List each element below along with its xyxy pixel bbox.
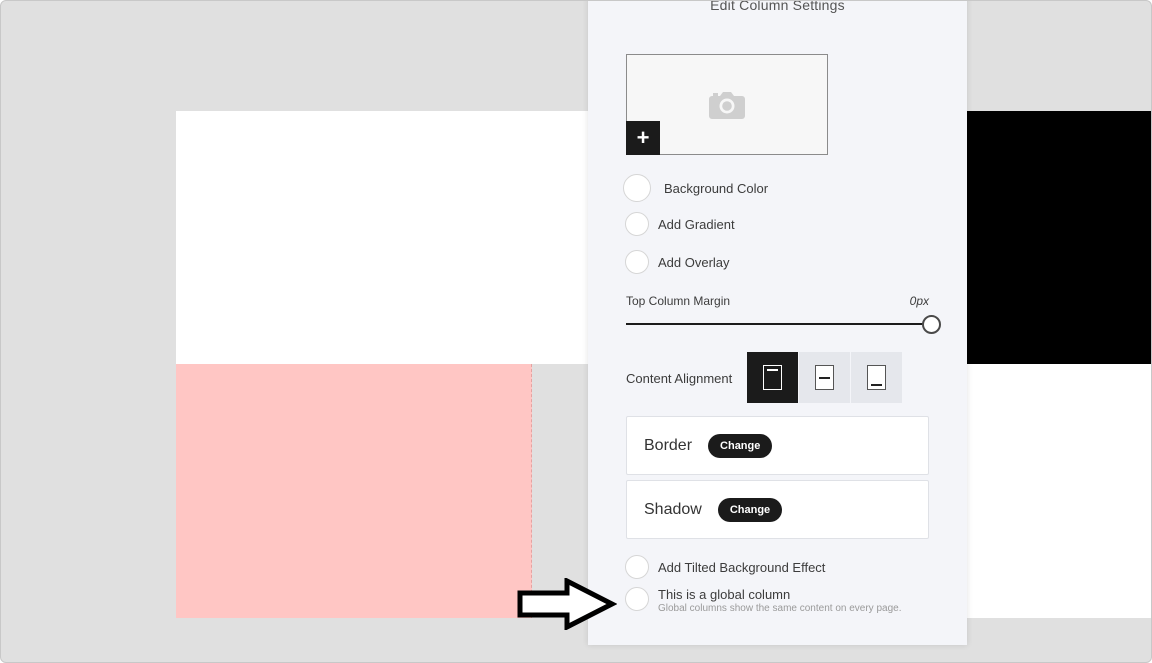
tilted-background-label: Add Tilted Background Effect [658,559,826,575]
gradient-toggle[interactable] [625,212,649,236]
align-middle-icon [815,365,834,390]
top-margin-label: Top Column Margin [626,294,731,308]
background-color-label: Background Color [664,180,769,196]
content-alignment-group [747,352,903,403]
shadow-change-button[interactable]: Change [717,497,783,522]
overlay-label: Add Overlay [658,254,730,270]
column-settings-panel: Edit Column Settings + Background Color … [588,0,967,645]
shadow-label: Shadow [644,500,702,518]
column-block-white[interactable] [176,111,588,364]
align-bottom-icon [867,365,886,390]
align-bottom-button[interactable] [851,352,902,403]
top-margin-slider-thumb[interactable] [922,315,941,334]
global-column-toggle[interactable] [625,587,649,611]
content-alignment-label: Content Alignment [626,371,733,386]
global-column-text: This is a global column Global columns s… [658,587,901,614]
tilted-background-row[interactable]: Add Tilted Background Effect [625,555,825,579]
panel-title: Edit Column Settings [710,0,845,13]
align-middle-button[interactable] [799,352,850,403]
column-block-white-right[interactable] [967,364,1151,618]
align-top-button[interactable] [747,352,798,403]
tilted-background-toggle[interactable] [625,555,649,579]
right-arrow-icon [517,578,617,630]
global-column-row[interactable]: This is a global column Global columns s… [625,587,901,614]
global-column-description: Global columns show the same content on … [658,603,902,614]
overlay-toggle[interactable] [625,250,649,274]
top-margin-value: 0px [909,294,929,308]
shadow-card: Shadow Change [626,480,929,539]
align-top-icon [763,365,782,390]
background-color-row[interactable]: Background Color [623,174,769,202]
gradient-label: Add Gradient [658,216,735,232]
top-margin-slider-track[interactable] [626,323,932,325]
overlay-row[interactable]: Add Overlay [625,250,730,274]
background-image-picker[interactable]: + [626,54,828,155]
editor-frame: Edit Column Settings + Background Color … [0,0,1152,663]
add-image-button[interactable]: + [626,121,660,155]
border-label: Border [644,436,693,454]
column-block-pink[interactable] [176,364,532,618]
border-card: Border Change [626,416,929,475]
global-column-label: This is a global column [658,587,791,602]
background-color-swatch[interactable] [623,174,651,202]
camera-icon [709,92,745,119]
border-change-button[interactable]: Change [708,433,773,458]
column-block-black[interactable] [967,111,1151,364]
gradient-row[interactable]: Add Gradient [625,212,735,236]
